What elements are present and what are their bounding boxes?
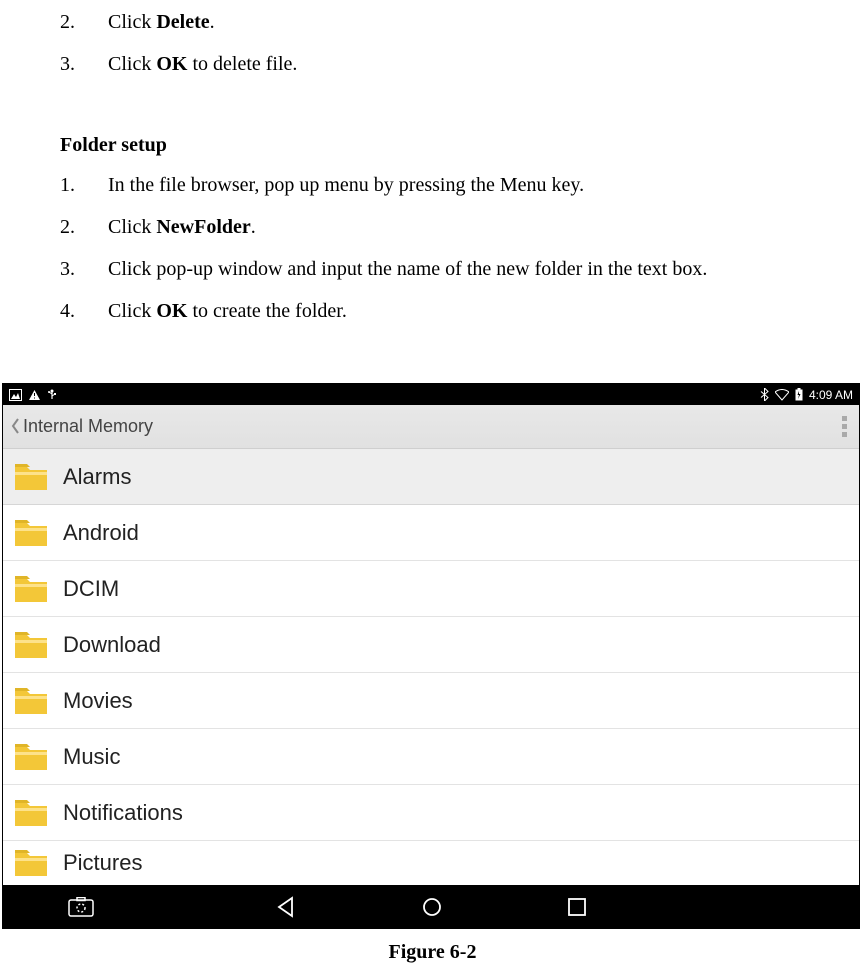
wifi-icon — [775, 389, 789, 401]
list-number: 2. — [60, 213, 108, 241]
screenshot-button[interactable] — [68, 897, 94, 917]
figure-caption: Figure 6-2 — [0, 941, 865, 964]
folder-icon — [13, 518, 49, 548]
status-bar: 4:09 AM — [3, 384, 859, 405]
folder-icon — [13, 686, 49, 716]
folder-name: Android — [63, 520, 139, 546]
home-button[interactable] — [421, 896, 443, 918]
list-item: 3. Click OK to delete file. — [60, 50, 805, 78]
status-left — [9, 389, 57, 401]
recents-button[interactable] — [567, 897, 587, 917]
list-number: 2. — [60, 8, 108, 36]
folder-list: Alarms Android DCIM Download Movies — [3, 449, 859, 885]
folder-icon — [13, 574, 49, 604]
list-number: 4. — [60, 297, 108, 325]
document-body: 2. Click Delete. 3. Click OK to delete f… — [0, 8, 865, 325]
list-text: Click pop-up window and input the name o… — [108, 255, 805, 283]
folder-name: Pictures — [63, 850, 142, 876]
folder-icon — [13, 462, 49, 492]
usb-icon — [47, 389, 57, 401]
folder-row[interactable]: Pictures — [3, 841, 859, 885]
folder-name: Notifications — [63, 800, 183, 826]
folder-name: Music — [63, 744, 120, 770]
folder-row[interactable]: Android — [3, 505, 859, 561]
status-right: 4:09 AM — [760, 388, 853, 402]
folder-name: Alarms — [63, 464, 131, 490]
status-time: 4:09 AM — [809, 388, 853, 402]
chevron-left-icon — [11, 417, 21, 437]
dot-icon — [842, 432, 847, 437]
list-number: 3. — [60, 255, 108, 283]
list-text: In the file browser, pop up menu by pres… — [108, 171, 805, 199]
list-item: 1. In the file browser, pop up menu by p… — [60, 171, 805, 199]
dot-icon — [842, 424, 847, 429]
overflow-menu-button[interactable] — [837, 416, 851, 437]
folder-row[interactable]: Download — [3, 617, 859, 673]
navigation-bar — [3, 885, 859, 928]
folder-icon — [13, 630, 49, 660]
back-button[interactable] — [275, 896, 297, 918]
list-item: 4. Click OK to create the folder. — [60, 297, 805, 325]
folder-icon — [13, 798, 49, 828]
list-item: 2. Click NewFolder. — [60, 213, 805, 241]
folder-row[interactable]: Notifications — [3, 785, 859, 841]
list-number: 1. — [60, 171, 108, 199]
folder-icon — [13, 742, 49, 772]
app-title: Internal Memory — [23, 416, 153, 437]
folder-icon — [13, 848, 49, 878]
list-text: Click OK to create the folder. — [108, 297, 805, 325]
list-text: Click Delete. — [108, 8, 805, 36]
folder-name: Download — [63, 632, 161, 658]
image-icon — [9, 389, 22, 401]
folder-row[interactable]: DCIM — [3, 561, 859, 617]
folder-row[interactable]: Alarms — [3, 449, 859, 505]
battery-icon — [795, 388, 803, 401]
warning-icon — [28, 389, 41, 401]
back-title[interactable]: Internal Memory — [11, 416, 153, 437]
dot-icon — [842, 416, 847, 421]
folder-name: DCIM — [63, 576, 119, 602]
bluetooth-icon — [760, 388, 769, 401]
folder-row[interactable]: Music — [3, 729, 859, 785]
folder-row[interactable]: Movies — [3, 673, 859, 729]
list-number: 3. — [60, 50, 108, 78]
list-text: Click NewFolder. — [108, 213, 805, 241]
list-text: Click OK to delete file. — [108, 50, 805, 78]
app-header: Internal Memory — [3, 405, 859, 449]
list-item: 2. Click Delete. — [60, 8, 805, 36]
embedded-screenshot: 4:09 AM Internal Memory Alarms Android — [2, 383, 860, 929]
list-item: 3. Click pop-up window and input the nam… — [60, 255, 805, 283]
section-heading: Folder setup — [60, 134, 805, 157]
folder-name: Movies — [63, 688, 133, 714]
